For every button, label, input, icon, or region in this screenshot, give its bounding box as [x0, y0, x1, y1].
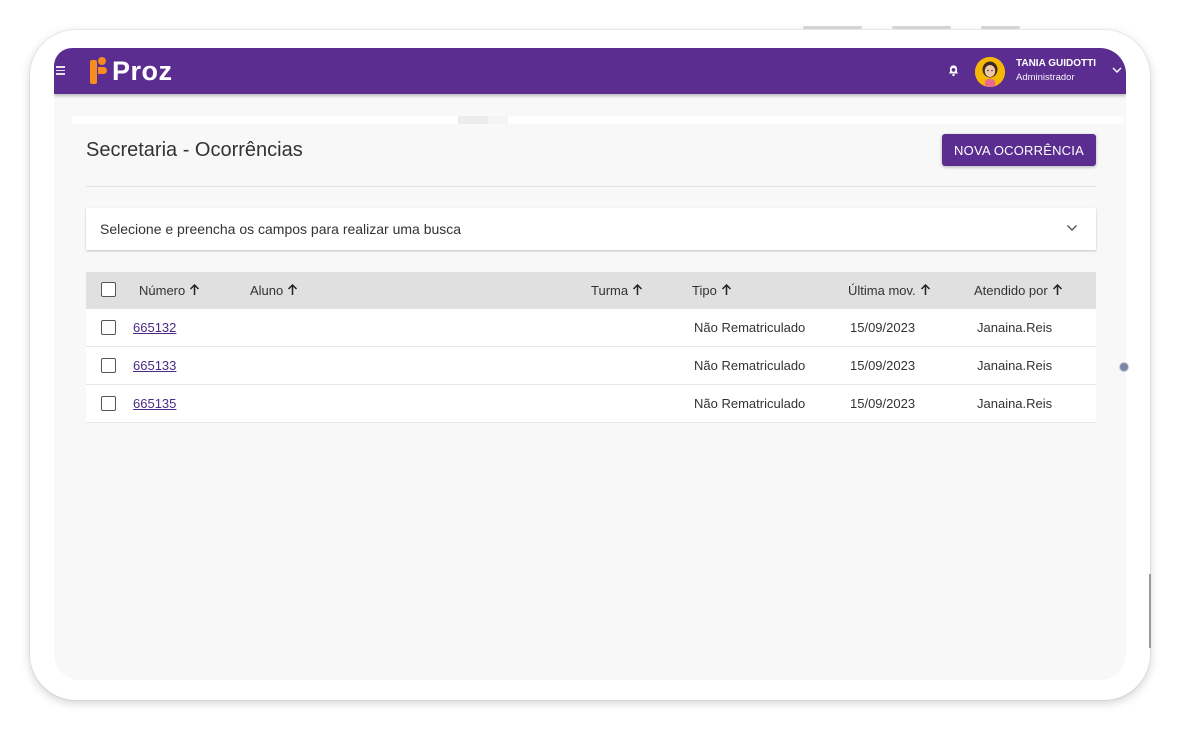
row-checkbox[interactable] — [101, 358, 116, 373]
cell-ultima-mov: 15/09/2023 — [850, 358, 916, 373]
sort-arrow-up-icon — [190, 283, 200, 295]
cell-ultima-mov: 15/09/2023 — [850, 320, 916, 335]
column-header-ultima-mov[interactable]: Última mov. — [848, 283, 931, 298]
frame-edge-line — [1149, 574, 1151, 648]
divider — [86, 186, 1096, 187]
row-checkbox[interactable] — [101, 320, 116, 335]
table-row[interactable]: 665135 Não Rematriculado 15/09/2023 Jana… — [86, 385, 1096, 423]
cell-tipo: Não Rematriculado — [694, 320, 806, 335]
user-name: TANIA GUIDOTTI — [1016, 58, 1096, 69]
sort-arrow-up-icon — [721, 283, 731, 295]
chevron-down-icon[interactable] — [1112, 66, 1122, 74]
avatar-icon — [975, 57, 1005, 87]
sort-arrow-up-icon — [920, 283, 930, 295]
column-header-aluno[interactable]: Aluno — [250, 283, 298, 298]
tab-strip — [72, 116, 1124, 124]
sort-arrow-up-icon — [288, 283, 298, 295]
cell-atendido-por: Janaina.Reis — [977, 358, 1053, 373]
cell-tipo: Não Rematriculado — [694, 396, 806, 411]
row-checkbox[interactable] — [101, 396, 116, 411]
occurrences-table: Número Aluno Turma Tipo Última mov. Aten… — [86, 272, 1096, 423]
bell-icon[interactable] — [947, 64, 960, 77]
column-header-tipo[interactable]: Tipo — [692, 283, 732, 298]
search-filter-label: Selecione e preencha os campos para real… — [100, 221, 462, 237]
app-screen: Proz TANIA GUIDOTTI Administrador Secret… — [54, 48, 1126, 680]
cell-ultima-mov: 15/09/2023 — [850, 396, 916, 411]
menu-icon[interactable] — [56, 66, 65, 75]
expand-chevron-icon[interactable] — [1066, 224, 1078, 232]
tab-indicator-secondary — [488, 116, 508, 124]
logo-text: Proz — [112, 55, 173, 86]
column-header-turma[interactable]: Turma — [591, 283, 643, 298]
logo[interactable]: Proz — [90, 55, 173, 87]
page-title: Secretaria - Ocorrências — [86, 139, 303, 161]
occurrence-number-link[interactable]: 665135 — [133, 396, 176, 411]
new-occurrence-button[interactable]: NOVA OCORRÊNCIA — [942, 134, 1096, 166]
column-header-numero[interactable]: Número — [139, 283, 200, 298]
select-all-checkbox[interactable] — [101, 282, 116, 297]
occurrence-number-link[interactable]: 665132 — [133, 320, 176, 335]
cell-atendido-por: Janaina.Reis — [977, 320, 1053, 335]
user-role: Administrador — [1016, 72, 1075, 83]
table-row[interactable]: 665132 Não Rematriculado 15/09/2023 Jana… — [86, 309, 1096, 347]
search-filter-panel[interactable]: Selecione e preencha os campos para real… — [86, 208, 1096, 250]
column-header-atendido-por[interactable]: Atendido por — [974, 283, 1063, 298]
cell-atendido-por: Janaina.Reis — [977, 396, 1053, 411]
table-header: Número Aluno Turma Tipo Última mov. Aten… — [86, 272, 1096, 309]
cell-tipo: Não Rematriculado — [694, 358, 806, 373]
scroll-indicator[interactable] — [1119, 362, 1129, 372]
tab-indicator — [458, 116, 488, 124]
sort-arrow-up-icon — [633, 283, 643, 295]
occurrence-number-link[interactable]: 665133 — [133, 358, 176, 373]
app-header: Proz TANIA GUIDOTTI Administrador — [54, 48, 1126, 94]
avatar[interactable] — [975, 57, 1005, 87]
logo-mark-icon — [90, 57, 108, 85]
sort-arrow-up-icon — [1052, 283, 1062, 295]
table-row[interactable]: 665133 Não Rematriculado 15/09/2023 Jana… — [86, 347, 1096, 385]
